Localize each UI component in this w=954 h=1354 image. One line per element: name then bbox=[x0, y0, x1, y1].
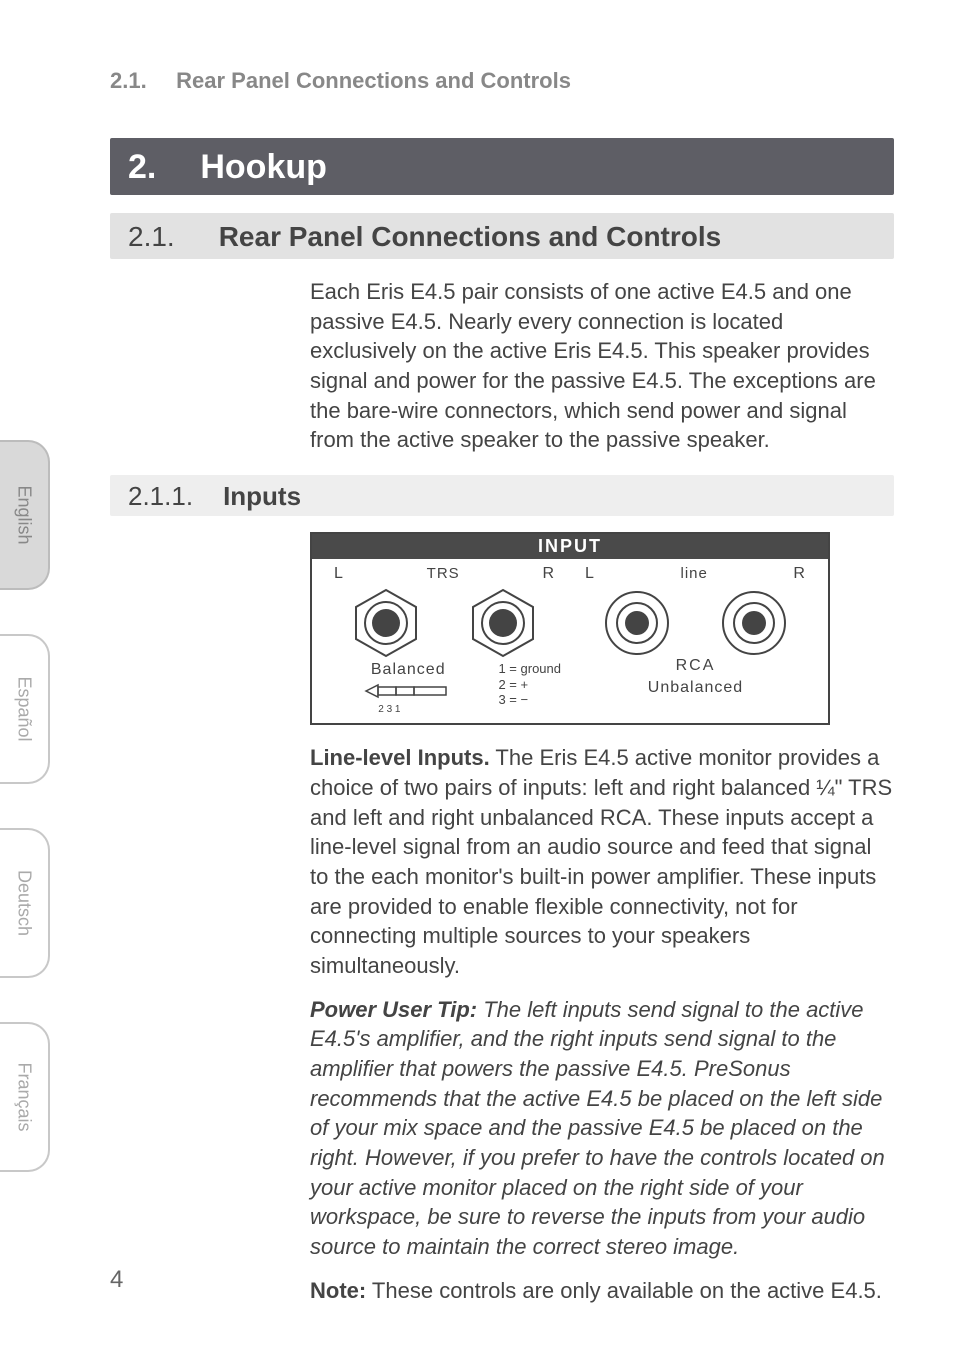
tab-espanol-label: Español bbox=[14, 676, 35, 741]
tab-francais-label: Français bbox=[14, 1062, 35, 1131]
rca-jack-right-icon bbox=[722, 591, 786, 655]
pin-legend-1: 1 = ground bbox=[498, 661, 561, 677]
rca-label-left: L bbox=[585, 565, 595, 583]
heading-3: 2.1.1. Inputs bbox=[110, 475, 894, 516]
input-diagram: INPUT L TRS R bbox=[310, 532, 894, 725]
line-level-paragraph: Line-level Inputs. The Eris E4.5 active … bbox=[310, 743, 894, 981]
rca-label-right: R bbox=[793, 565, 806, 583]
rca-section: L line R RCA Unbalanced bbox=[579, 565, 812, 715]
power-user-tip-text: The left inputs send signal to the activ… bbox=[310, 997, 885, 1260]
tab-deutsch[interactable]: Deutsch bbox=[0, 828, 50, 978]
unbalanced-label: Unbalanced bbox=[579, 679, 812, 697]
note-text: These controls are only available on the… bbox=[366, 1278, 882, 1303]
tab-espanol[interactable]: Español bbox=[0, 634, 50, 784]
page-number: 4 bbox=[110, 1266, 123, 1294]
heading-1-num: 2. bbox=[128, 148, 156, 187]
trs-jack-right-icon bbox=[467, 587, 539, 659]
rca-label-mid: line bbox=[680, 565, 707, 583]
breadcrumb-num: 2.1. bbox=[110, 68, 170, 94]
pin-legend-2: 2 = + bbox=[498, 677, 561, 693]
note-paragraph: Note: These controls are only available … bbox=[310, 1276, 894, 1306]
pin-legend: 1 = ground 2 = + 3 = − bbox=[498, 661, 561, 708]
heading-2: 2.1. Rear Panel Connections and Controls bbox=[110, 213, 894, 259]
trs-label-mid: TRS bbox=[427, 565, 460, 583]
tab-english-label: English bbox=[14, 485, 35, 544]
tab-deutsch-label: Deutsch bbox=[14, 870, 35, 936]
pin-numbers: 2 3 1 bbox=[364, 704, 452, 715]
heading-3-num: 2.1.1. bbox=[128, 481, 193, 512]
heading-2-title: Rear Panel Connections and Controls bbox=[219, 221, 722, 253]
note-lead: Note: bbox=[310, 1278, 366, 1303]
trs-label-right: R bbox=[542, 565, 555, 583]
heading-2-num: 2.1. bbox=[128, 221, 175, 253]
trs-jack-left-icon bbox=[350, 587, 422, 659]
breadcrumb: 2.1. Rear Panel Connections and Controls bbox=[110, 68, 894, 94]
rca-jack-left-icon bbox=[605, 591, 669, 655]
power-user-tip-paragraph: Power User Tip: The left inputs send sig… bbox=[310, 995, 894, 1262]
section-2-1-body: Each Eris E4.5 pair consists of one acti… bbox=[310, 277, 894, 455]
balanced-label: Balanced bbox=[328, 661, 488, 679]
diagram-header: INPUT bbox=[312, 534, 828, 559]
line-level-lead: Line-level Inputs. bbox=[310, 745, 490, 770]
trs-pin-diagram-icon: 2 3 1 bbox=[364, 679, 452, 715]
breadcrumb-title: Rear Panel Connections and Controls bbox=[176, 68, 571, 93]
tab-francais[interactable]: Français bbox=[0, 1022, 50, 1172]
power-user-tip-lead: Power User Tip: bbox=[310, 997, 477, 1022]
trs-section: L TRS R bbox=[328, 565, 561, 715]
line-level-text: The Eris E4.5 active monitor provides a … bbox=[310, 745, 892, 978]
trs-label-left: L bbox=[334, 565, 344, 583]
heading-3-title: Inputs bbox=[223, 481, 301, 512]
tab-english[interactable]: English bbox=[0, 440, 50, 590]
pin-legend-3: 3 = − bbox=[498, 692, 561, 708]
heading-1: 2. Hookup bbox=[110, 138, 894, 195]
language-tabs: English Español Deutsch Français bbox=[0, 440, 64, 1216]
rca-type-label: RCA bbox=[579, 657, 812, 675]
heading-1-title: Hookup bbox=[200, 148, 327, 187]
